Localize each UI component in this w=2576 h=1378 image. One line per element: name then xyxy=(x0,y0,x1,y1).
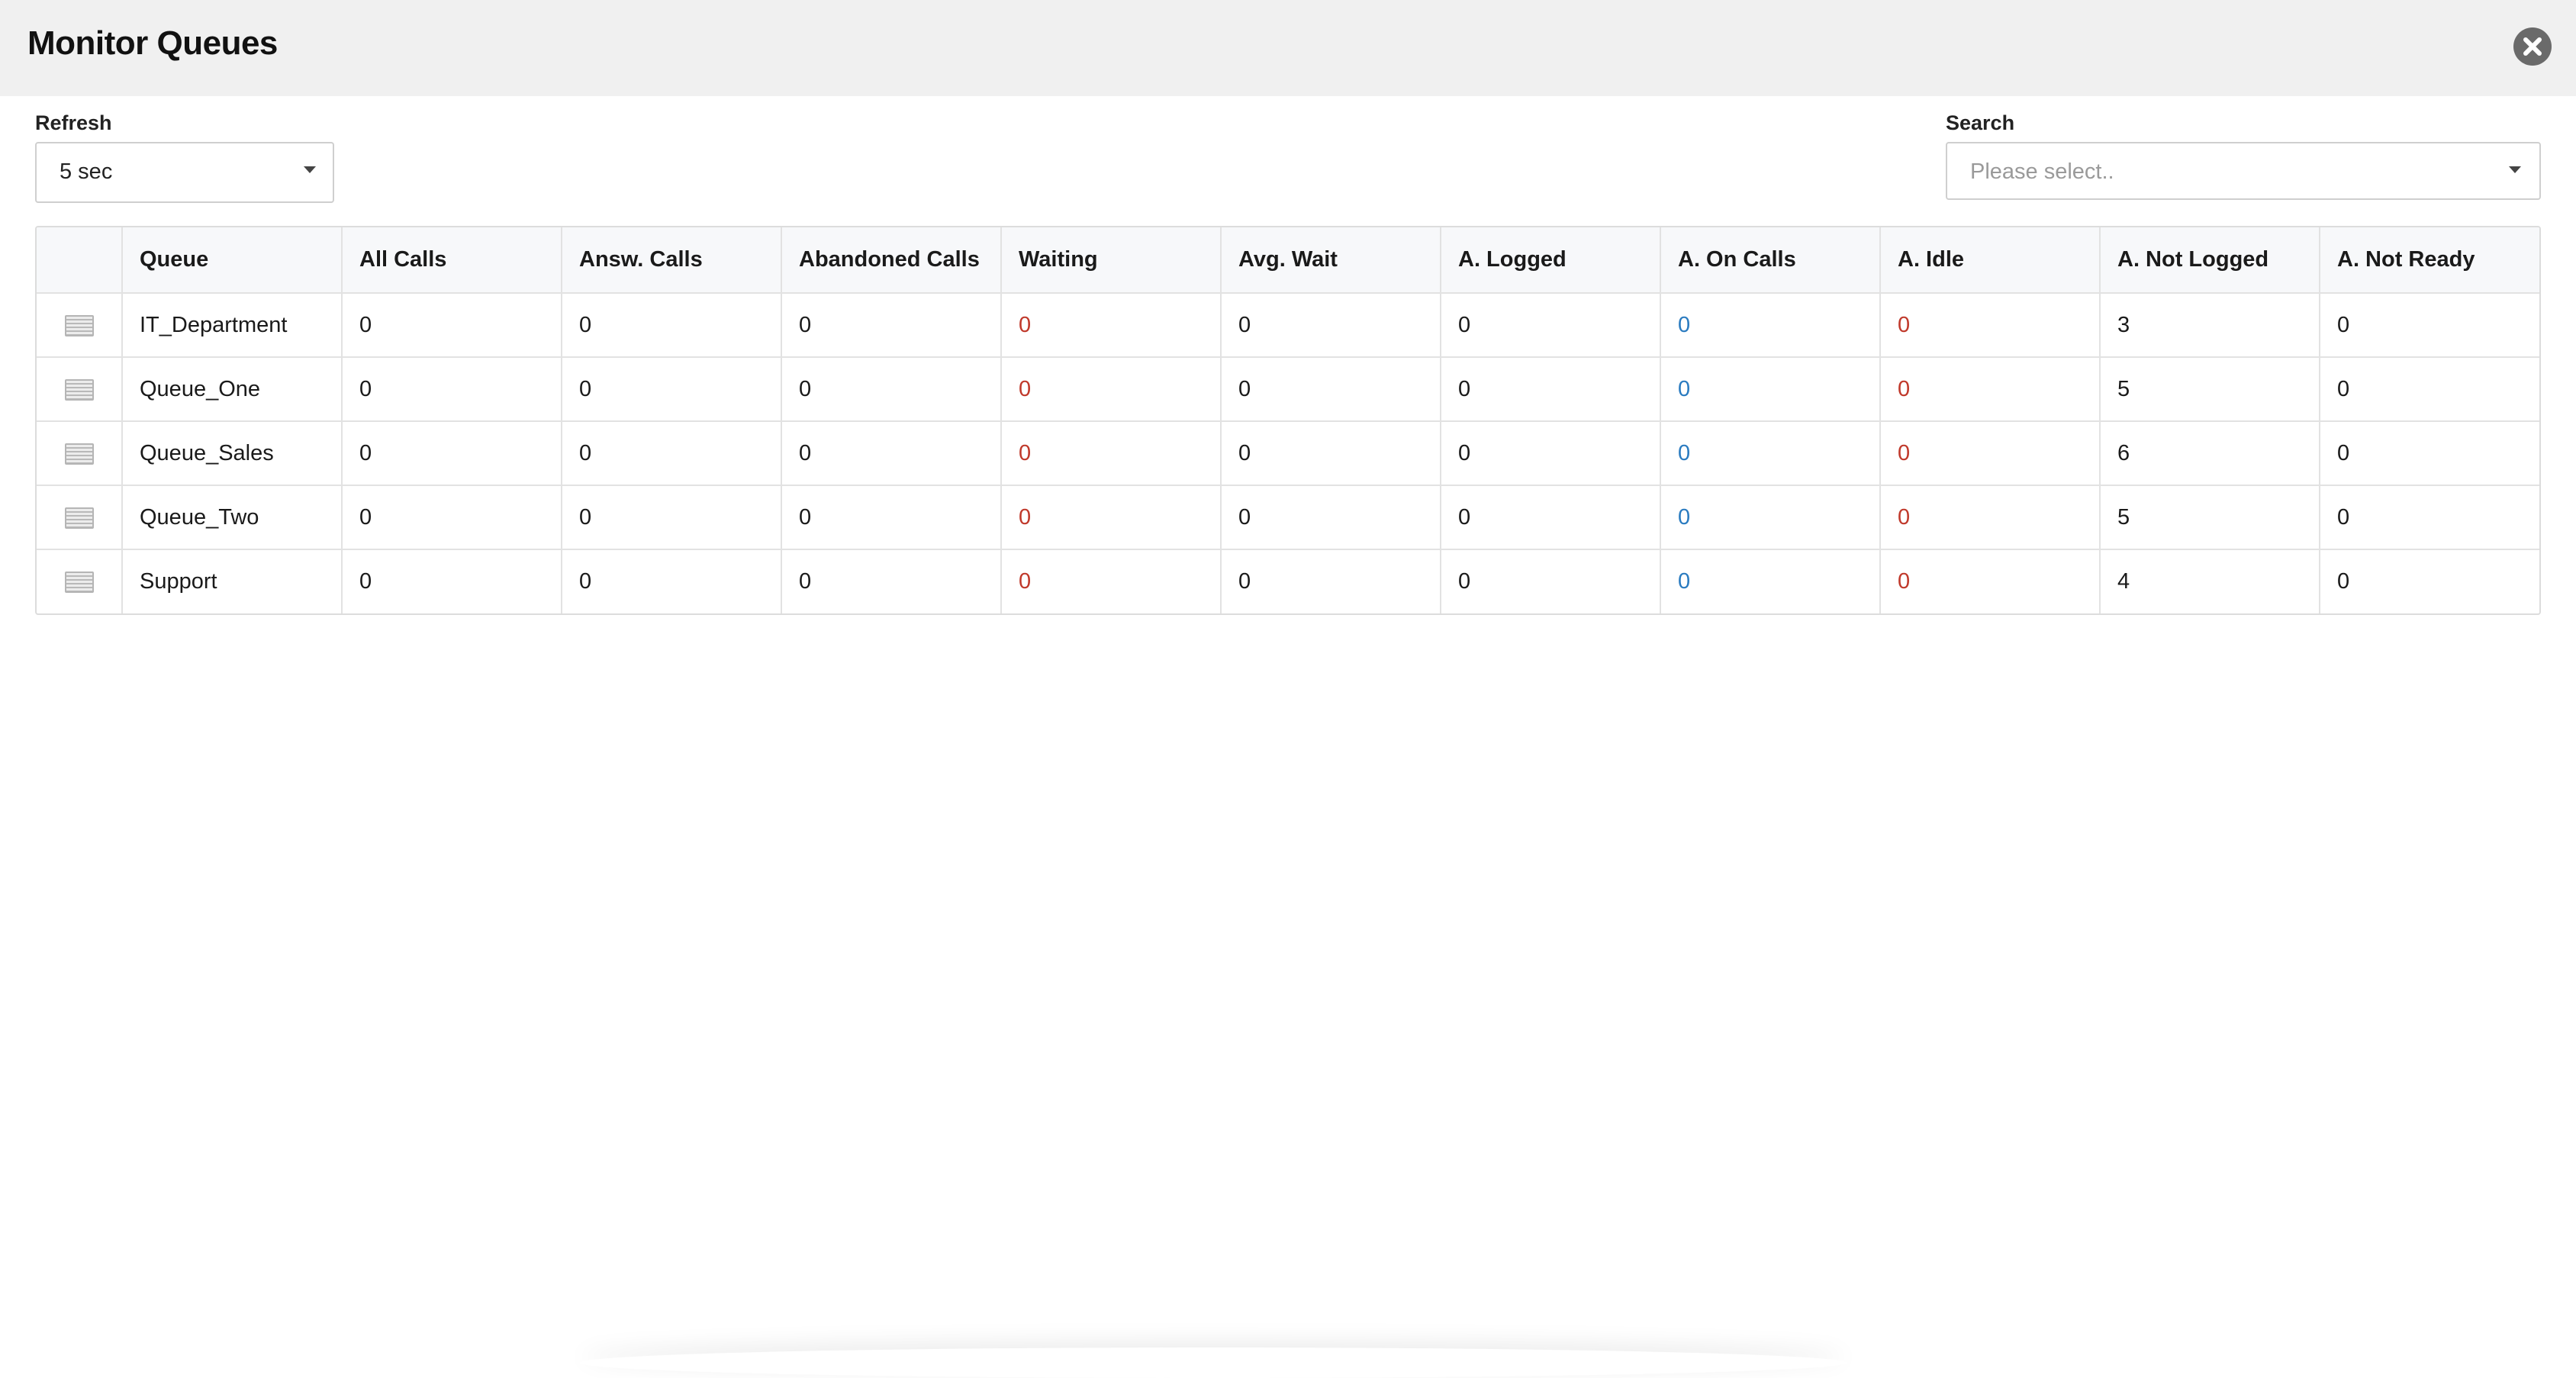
answ-calls-value: 0 xyxy=(562,293,782,358)
a-logged-value: 0 xyxy=(1441,549,1661,613)
close-icon xyxy=(2523,37,2542,56)
abandoned-calls-value: 0 xyxy=(781,549,1002,613)
a-on-calls-value: 0 xyxy=(1660,293,1881,358)
a-not-logged-value: 3 xyxy=(2100,293,2320,358)
chevron-down-icon xyxy=(304,166,316,173)
search-label: Search xyxy=(1946,111,2015,134)
a-not-logged-value: 5 xyxy=(2100,485,2320,550)
modal-edge-shadow xyxy=(580,1347,1847,1378)
list-detail-icon[interactable] xyxy=(64,378,94,401)
abandoned-calls-value: 0 xyxy=(781,421,1002,486)
list-detail-icon[interactable] xyxy=(64,571,94,594)
waiting-value: 0 xyxy=(1001,293,1222,358)
a-not-logged-value: 5 xyxy=(2100,357,2320,422)
a-not-ready-value: 0 xyxy=(2320,421,2539,486)
table-header-row: Queue All Calls Answ. Calls Abandoned Ca… xyxy=(37,227,2539,294)
queue-name: Queue_Two xyxy=(122,485,343,550)
table-row: Queue_Two 0 0 0 0 0 0 0 0 5 0 xyxy=(37,485,2539,550)
a-on-calls-value: 0 xyxy=(1660,549,1881,613)
a-idle-value: 0 xyxy=(1880,293,2101,358)
a-not-ready-value: 0 xyxy=(2337,569,2350,594)
avg-wait-value: 0 xyxy=(1221,549,1441,613)
column-header-icon xyxy=(37,227,123,294)
column-header-waiting[interactable]: Waiting xyxy=(1001,227,1222,294)
column-header-abandoned-calls[interactable]: Abandoned Calls xyxy=(781,227,1002,294)
a-logged-value: 0 xyxy=(1441,485,1661,550)
abandoned-calls-value: 0 xyxy=(781,485,1002,550)
close-button[interactable] xyxy=(2513,27,2552,66)
column-header-avg-wait[interactable]: Avg. Wait xyxy=(1221,227,1441,294)
table-row: IT_Department 0 0 0 0 0 0 0 0 3 0 xyxy=(37,293,2539,358)
search-select[interactable]: Please select.. xyxy=(1946,142,2541,200)
search-placeholder: Please select.. xyxy=(1970,159,2114,184)
answ-calls-value: 0 xyxy=(562,421,782,486)
avg-wait-value: 0 xyxy=(1221,421,1441,486)
column-header-queue[interactable]: Queue xyxy=(122,227,343,294)
a-on-calls-value: 0 xyxy=(1660,485,1881,550)
list-detail-icon[interactable] xyxy=(64,507,94,529)
all-calls-value: 0 xyxy=(342,421,562,486)
column-header-a-logged[interactable]: A. Logged xyxy=(1441,227,1661,294)
column-header-a-not-ready[interactable]: A. Not Ready xyxy=(2320,227,2539,294)
chevron-down-icon xyxy=(2509,166,2521,173)
waiting-value: 0 xyxy=(1001,485,1222,550)
refresh-selected-value: 5 sec xyxy=(60,159,113,184)
avg-wait-value: 0 xyxy=(1221,293,1441,358)
table-row: Queue_Sales 0 0 0 0 0 0 0 0 6 0 xyxy=(37,421,2539,486)
column-header-answ-calls[interactable]: Answ. Calls xyxy=(562,227,782,294)
refresh-select[interactable]: 5 sec xyxy=(35,142,334,203)
all-calls-value: 0 xyxy=(342,485,562,550)
a-idle-value: 0 xyxy=(1880,357,2101,422)
queue-name: Queue_One xyxy=(122,357,343,422)
all-calls-value: 0 xyxy=(342,357,562,422)
answ-calls-value: 0 xyxy=(562,485,782,550)
column-header-a-on-calls[interactable]: A. On Calls xyxy=(1660,227,1881,294)
waiting-value: 0 xyxy=(1001,421,1222,486)
all-calls-value: 0 xyxy=(342,549,562,613)
abandoned-calls-value: 0 xyxy=(781,357,1002,422)
page-title: Monitor Queues xyxy=(27,24,278,62)
a-not-logged-value: 6 xyxy=(2100,421,2320,486)
a-on-calls-value: 0 xyxy=(1660,421,1881,486)
waiting-value: 0 xyxy=(1001,357,1222,422)
column-header-a-not-logged[interactable]: A. Not Logged xyxy=(2100,227,2320,294)
table-row: Support 0 0 0 0 0 0 0 0 4 0 xyxy=(37,549,2539,613)
avg-wait-value: 0 xyxy=(1221,485,1441,550)
table-row: Queue_One 0 0 0 0 0 0 0 0 5 0 xyxy=(37,357,2539,422)
a-logged-value: 0 xyxy=(1441,357,1661,422)
all-calls-value: 0 xyxy=(342,293,562,358)
queue-name: IT_Department xyxy=(122,293,343,358)
a-not-ready-value: 0 xyxy=(2320,485,2539,550)
refresh-label: Refresh xyxy=(35,111,112,134)
column-header-a-idle[interactable]: A. Idle xyxy=(1880,227,2101,294)
a-idle-value: 0 xyxy=(1880,421,2101,486)
a-not-ready-value: 0 xyxy=(2320,357,2539,422)
a-logged-value: 0 xyxy=(1441,293,1661,358)
list-detail-icon[interactable] xyxy=(64,314,94,336)
a-not-logged-value: 4 xyxy=(2100,549,2320,613)
abandoned-calls-value: 0 xyxy=(781,293,1002,358)
waiting-value: 0 xyxy=(1001,549,1222,613)
queue-name: Support xyxy=(122,549,343,613)
queue-name: Queue_Sales xyxy=(122,421,343,486)
column-header-all-calls[interactable]: All Calls xyxy=(342,227,562,294)
a-idle-value: 0 xyxy=(1880,549,2101,613)
a-on-calls-value: 0 xyxy=(1660,357,1881,422)
a-idle-value: 0 xyxy=(1880,485,2101,550)
window-header: Monitor Queues xyxy=(0,0,2576,96)
answ-calls-value: 0 xyxy=(562,357,782,422)
queues-table: Queue All Calls Answ. Calls Abandoned Ca… xyxy=(35,226,2541,615)
a-not-ready-value: 0 xyxy=(2320,293,2539,358)
avg-wait-value: 0 xyxy=(1221,357,1441,422)
answ-calls-value: 0 xyxy=(562,549,782,613)
a-logged-value: 0 xyxy=(1441,421,1661,486)
list-detail-icon[interactable] xyxy=(64,443,94,465)
